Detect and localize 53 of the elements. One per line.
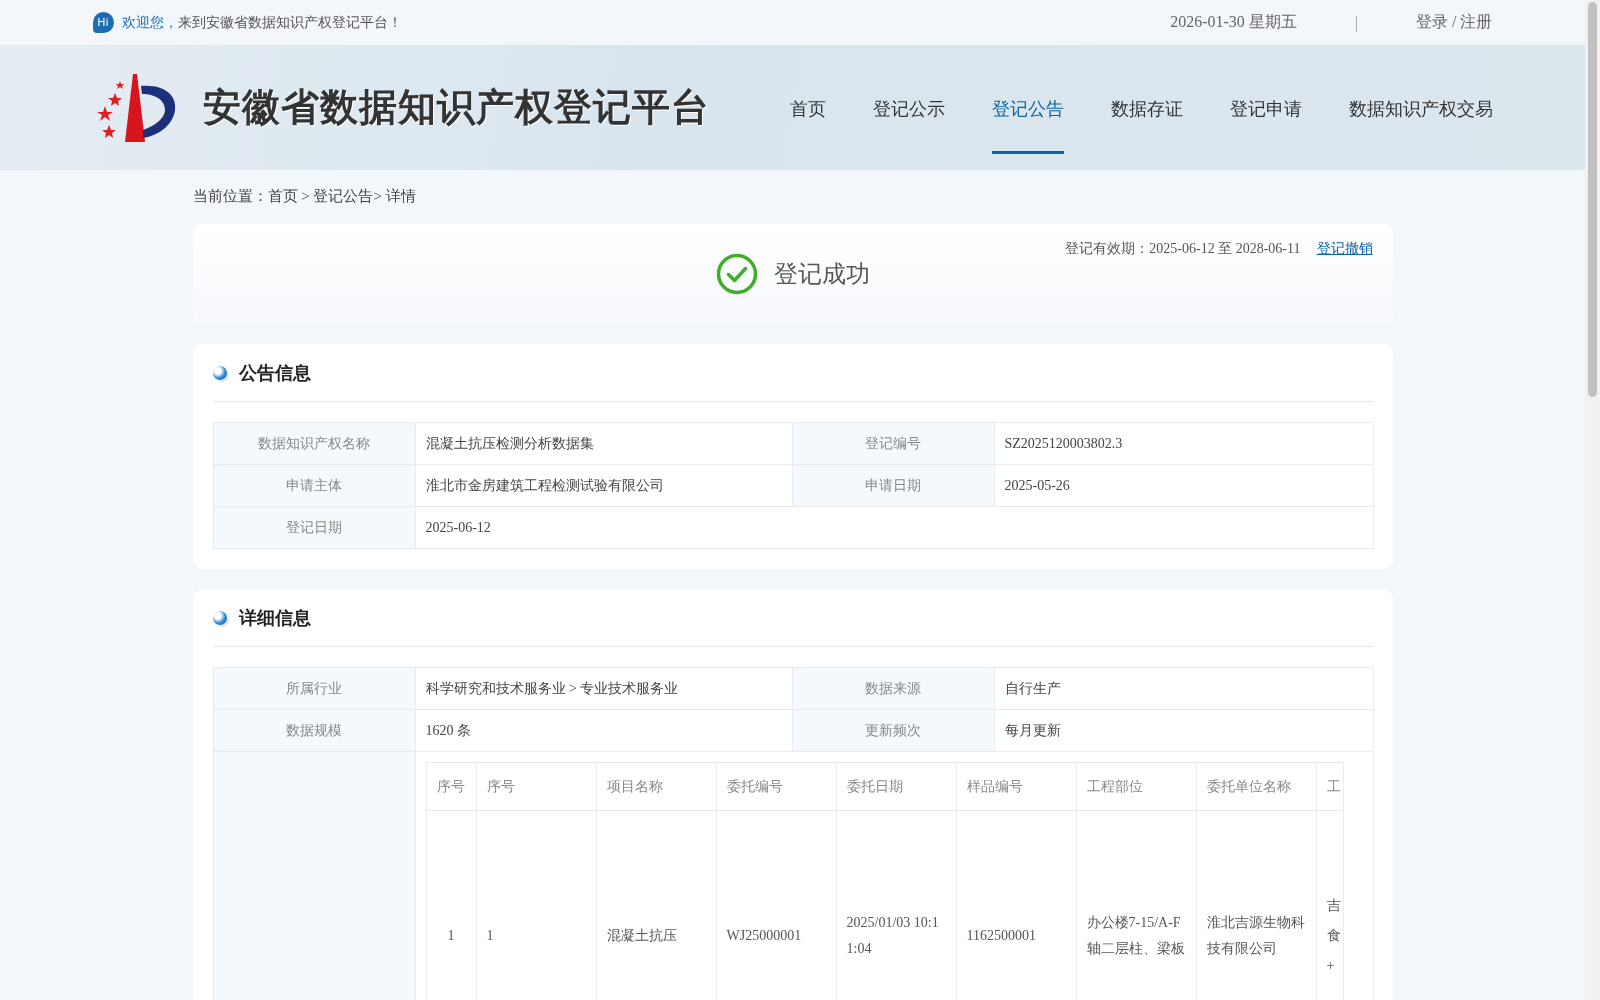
check-circle-icon [715,253,758,295]
hi-badge: Hi [92,12,114,33]
column-header: 序号 [426,762,476,811]
field-label: 申请日期 [792,465,995,507]
breadcrumb-label: 当前位置： [192,188,268,204]
field-label: 登记编号 [792,423,995,465]
field-value: 1620 条 [415,710,793,752]
column-header: 委托编号 [716,762,836,811]
field-label: 数据知识产权名称 [213,423,416,465]
field-value: 每月更新 [994,710,1374,752]
field-label: 数据规模 [213,710,416,752]
table-cell: 1 [426,810,476,1000]
nav-tab[interactable]: 登记公告 [991,67,1064,154]
breadcrumb-path: 首页 > 登记公告> 详情 [267,188,416,204]
field-label: 数据来源 [792,668,995,710]
scrollbar[interactable] [1585,0,1600,1000]
column-header: 序号 [476,762,596,811]
field-label: 登记日期 [213,507,416,549]
revoke-link[interactable]: 登记撤销 [1316,240,1373,258]
scrollbar-thumb[interactable] [1588,2,1597,397]
column-header: 工 [1316,762,1343,811]
field-value: 2025-06-12 [415,507,1374,549]
nav-tab[interactable]: 登记公示 [872,67,945,154]
separator: | [1354,13,1359,32]
column-header: 项目名称 [596,762,716,811]
section-title: 公告信息 [238,360,311,385]
login-link[interactable]: 登录 / 注册 [1416,12,1493,33]
field-value: 混凝土抗压检测分析数据集 [415,423,793,465]
bullet-icon [212,610,227,625]
nav-tab[interactable]: 数据知识产权交易 [1348,67,1493,154]
field-label: 所属行业 [213,668,416,710]
bullet-icon [212,365,227,380]
field-value: 科学研究和技术服务业 > 专业技术服务业 [415,668,793,710]
nav-tab[interactable]: 登记申请 [1229,67,1302,154]
column-header: 委托单位名称 [1196,762,1316,811]
welcome-text: 来到安徽省数据知识产权登记平台！ [177,13,402,32]
status-text: 登记成功 [773,260,870,289]
column-header: 样品编号 [956,762,1076,811]
field-label: 更新频次 [792,710,995,752]
column-header: 工程部位 [1076,762,1196,811]
nav-tab[interactable]: 数据存证 [1110,67,1183,154]
field-value: 2025-05-26 [994,465,1374,507]
nav-tab[interactable]: 首页 [789,67,826,154]
welcome-text: 欢迎您， [121,13,178,32]
column-header: 委托日期 [836,762,956,811]
field-value: SZ2025120003802.3 [994,423,1374,465]
site-title: 安徽省数据知识产权登记平台 [202,84,710,131]
field-value: 自行生产 [994,668,1374,710]
validity-text: 登记有效期：2025-06-12 至 2028-06-11 [1065,240,1301,258]
section-title: 详细信息 [238,605,311,630]
field-label: 申请主体 [213,465,416,507]
date-text: 2026-01-30 星期五 [1170,12,1297,32]
field-value: 淮北市金房建筑工程检测试验有限公司 [415,465,793,507]
